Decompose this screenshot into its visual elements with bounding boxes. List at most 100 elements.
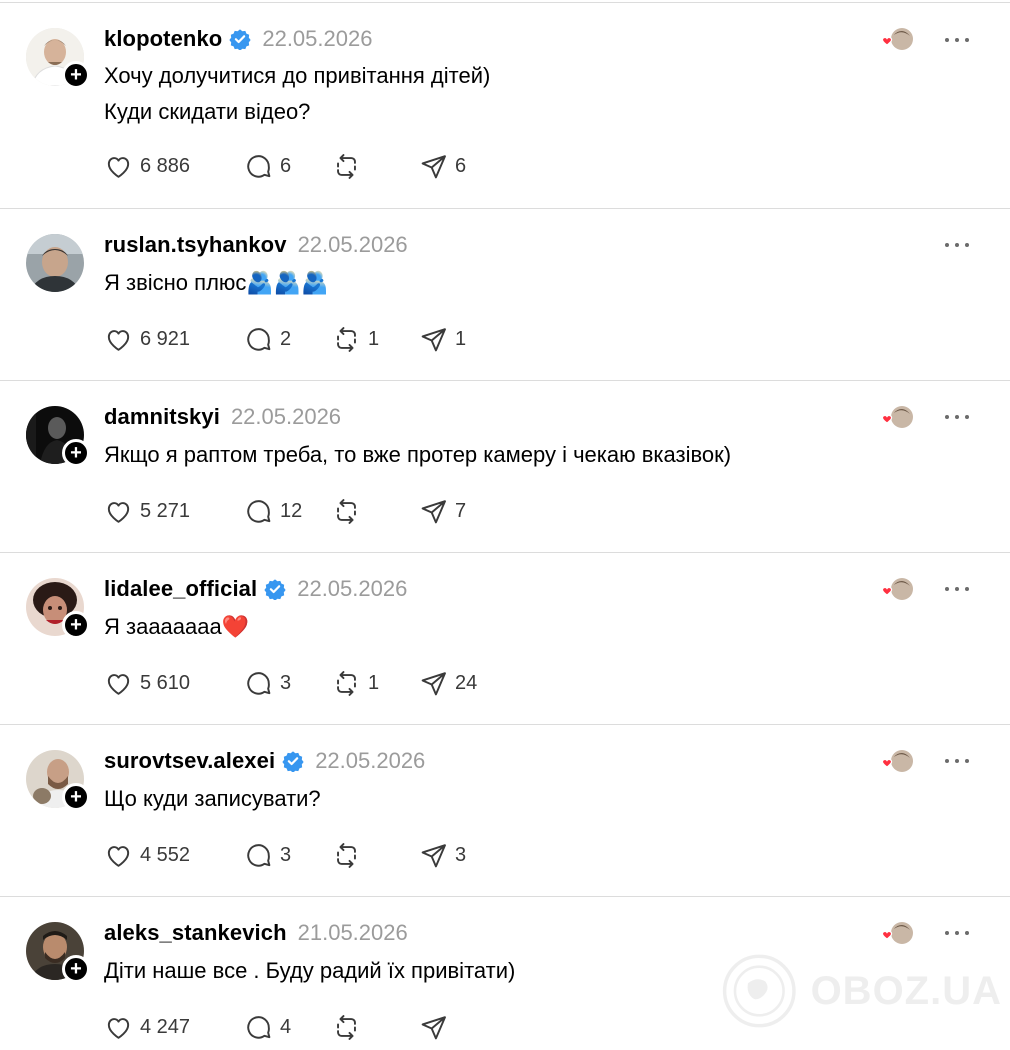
action-bar: 6 886 6 6 bbox=[104, 151, 489, 181]
watermark-text: OBOZ.UA bbox=[810, 968, 1002, 1013]
send-icon bbox=[421, 499, 446, 523]
threads-reply-feed: + klopotenko 22.05.2026 Хочу долучитися … bbox=[0, 0, 1010, 1050]
post-text: Що куди записувати? bbox=[104, 786, 321, 811]
reply-button[interactable]: 6 bbox=[244, 151, 332, 181]
comment-bubble-icon bbox=[247, 327, 271, 351]
reply-button[interactable]: 3 bbox=[244, 840, 332, 870]
repost-button[interactable] bbox=[332, 840, 419, 870]
share-button[interactable] bbox=[419, 1012, 489, 1042]
heart-icon bbox=[107, 501, 130, 523]
repost-button[interactable]: 1 bbox=[332, 668, 419, 698]
follow-button[interactable]: + bbox=[62, 783, 90, 811]
heart-icon bbox=[107, 156, 130, 178]
share-button[interactable]: 1 bbox=[419, 324, 489, 354]
action-bar: 5 610 3 1 24 bbox=[104, 668, 489, 698]
repost-icon bbox=[337, 842, 356, 868]
like-count: 5 610 bbox=[140, 671, 191, 694]
reply-button[interactable]: 12 bbox=[244, 496, 332, 526]
reply-count: 12 bbox=[280, 499, 303, 522]
liked-by-author[interactable] bbox=[878, 27, 916, 53]
comment-bubble-icon bbox=[247, 154, 271, 178]
post-text: Я звісно плюс🫂🫂🫂 bbox=[104, 270, 329, 295]
post-header: klopotenko 22.05.2026 bbox=[104, 24, 372, 54]
username[interactable]: lidalee_official bbox=[104, 576, 257, 602]
post-date: 22.05.2026 bbox=[297, 576, 408, 601]
follow-button[interactable]: + bbox=[62, 611, 90, 639]
username[interactable]: aleks_stankevich bbox=[104, 920, 287, 946]
post-date: 21.05.2026 bbox=[297, 920, 408, 945]
post-header: ruslan.tsyhankov 22.05.2026 bbox=[104, 230, 408, 260]
heart-icon bbox=[107, 329, 130, 351]
reply-post: + klopotenko 22.05.2026 Хочу долучитися … bbox=[0, 0, 1010, 208]
reply-count: 2 bbox=[280, 327, 292, 350]
like-button[interactable]: 4 552 bbox=[104, 840, 244, 870]
heart-icon bbox=[107, 673, 130, 695]
username[interactable]: surovtsev.alexei bbox=[104, 748, 275, 774]
like-button[interactable]: 5 610 bbox=[104, 668, 244, 698]
follow-button[interactable]: + bbox=[62, 955, 90, 983]
verified-badge-icon bbox=[229, 29, 251, 50]
repost-icon bbox=[337, 326, 356, 352]
plus-icon: + bbox=[70, 442, 82, 464]
post-date: 22.05.2026 bbox=[315, 748, 426, 773]
liked-by-author[interactable] bbox=[878, 749, 916, 775]
more-options-icon[interactable] bbox=[942, 582, 972, 596]
post-header: aleks_stankevich 21.05.2026 bbox=[104, 918, 408, 948]
follow-button[interactable]: + bbox=[62, 61, 90, 89]
repost-button[interactable] bbox=[332, 1012, 419, 1042]
more-options-icon[interactable] bbox=[942, 754, 972, 768]
heart-icon bbox=[107, 1017, 130, 1039]
share-button[interactable]: 24 bbox=[419, 668, 489, 698]
username[interactable]: ruslan.tsyhankov bbox=[104, 232, 287, 258]
send-icon bbox=[421, 1015, 446, 1039]
reply-button[interactable]: 2 bbox=[244, 324, 332, 354]
send-icon bbox=[421, 843, 446, 867]
like-button[interactable]: 5 271 bbox=[104, 496, 244, 526]
share-button[interactable]: 7 bbox=[419, 496, 489, 526]
send-icon bbox=[421, 327, 446, 351]
share-count: 3 bbox=[455, 843, 467, 866]
share-button[interactable]: 3 bbox=[419, 840, 489, 870]
post-date: 22.05.2026 bbox=[262, 26, 373, 51]
repost-icon bbox=[337, 1014, 356, 1040]
globe-logo-icon bbox=[722, 954, 796, 1028]
comment-bubble-icon bbox=[247, 499, 271, 523]
reply-count: 4 bbox=[280, 1015, 292, 1038]
liked-by-author[interactable] bbox=[878, 921, 916, 947]
avatar[interactable] bbox=[26, 234, 84, 292]
send-icon bbox=[421, 154, 446, 178]
reply-button[interactable]: 3 bbox=[244, 668, 332, 698]
repost-icon bbox=[337, 670, 356, 696]
reply-count: 3 bbox=[280, 671, 292, 694]
share-count: 6 bbox=[455, 154, 467, 177]
action-bar: 4 247 4 bbox=[104, 1012, 489, 1042]
follow-button[interactable]: + bbox=[62, 439, 90, 467]
plus-icon: + bbox=[70, 64, 82, 86]
username[interactable]: damnitskyi bbox=[104, 404, 220, 430]
share-button[interactable]: 6 bbox=[419, 151, 489, 181]
like-button[interactable]: 6 886 bbox=[104, 151, 244, 181]
username[interactable]: klopotenko bbox=[104, 26, 222, 52]
post-header: surovtsev.alexei 22.05.2026 bbox=[104, 746, 425, 776]
more-options-icon[interactable] bbox=[942, 238, 972, 252]
post-header: damnitskyi 22.05.2026 bbox=[104, 402, 341, 432]
comment-bubble-icon bbox=[247, 1015, 271, 1039]
liked-by-author[interactable] bbox=[878, 577, 916, 603]
share-count: 24 bbox=[455, 671, 478, 694]
like-button[interactable]: 6 921 bbox=[104, 324, 244, 354]
repost-button[interactable] bbox=[332, 496, 419, 526]
like-count: 5 271 bbox=[140, 499, 191, 522]
liked-by-author[interactable] bbox=[878, 405, 916, 431]
like-button[interactable]: 4 247 bbox=[104, 1012, 244, 1042]
reply-button[interactable]: 4 bbox=[244, 1012, 332, 1042]
reply-count: 3 bbox=[280, 843, 292, 866]
more-options-icon[interactable] bbox=[942, 926, 972, 940]
more-options-icon[interactable] bbox=[942, 33, 972, 47]
repost-button[interactable] bbox=[332, 151, 419, 181]
repost-count: 1 bbox=[368, 327, 380, 350]
verified-badge-icon bbox=[282, 751, 304, 772]
repost-icon bbox=[337, 153, 356, 179]
more-options-icon[interactable] bbox=[942, 410, 972, 424]
heart-icon bbox=[881, 36, 893, 46]
repost-button[interactable]: 1 bbox=[332, 324, 419, 354]
